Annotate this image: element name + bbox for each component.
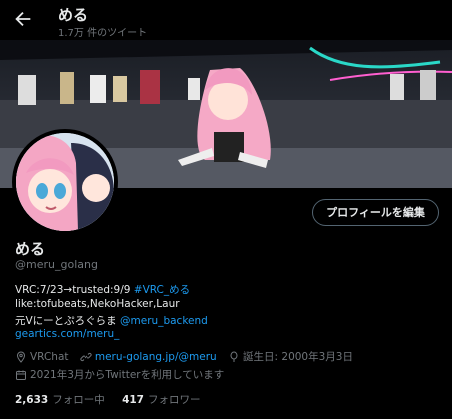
following-link[interactable]: 2,633 フォロー中: [15, 394, 105, 406]
join-date: 2021年3月からTwitterを利用しています: [15, 367, 232, 384]
birthday: 誕生日: 2000年3月3日: [228, 349, 353, 364]
display-name: める: [15, 240, 46, 258]
bio-line-3: 元Vにーとぷろぐらま @meru_backend: [15, 313, 208, 328]
top-bar: める 1.7万 件のツイート: [0, 0, 452, 40]
header-title: める: [58, 6, 89, 24]
balloon-icon: [230, 351, 238, 362]
bio-line-1: VRC:7/23→trusted:9/9 #VRC_める: [15, 282, 190, 297]
bio-text: VRC:7/23→trusted:9/9: [15, 284, 134, 296]
link-icon: [80, 352, 92, 361]
avatar[interactable]: [12, 129, 118, 235]
bio-line-2: like:tofubeats,NekoHacker,Laur: [15, 298, 180, 310]
user-handle: @meru_golang: [15, 258, 98, 271]
mention-link[interactable]: @meru_backend: [120, 315, 208, 327]
bio-text: 元Vにーとぷろぐらま: [15, 315, 121, 327]
back-arrow-icon[interactable]: [12, 8, 34, 30]
hashtag-link[interactable]: #VRC_める: [134, 284, 190, 296]
website[interactable]: meru-golang.jp/@meru: [80, 351, 217, 363]
follow-stats: 2,633 フォロー中 417 フォロワー: [15, 392, 214, 407]
location-pin-icon: [16, 350, 26, 363]
location: VRChat: [15, 351, 69, 363]
profile-meta: VRChat meru-golang.jp/@meru 誕生日: 2000年3月…: [15, 349, 361, 366]
bio-url-link[interactable]: geartics.com/meru_: [15, 328, 119, 340]
edit-profile-button[interactable]: プロフィールを編集: [312, 199, 439, 226]
calendar-icon: [16, 370, 26, 380]
followers-link[interactable]: 417 フォロワー: [122, 394, 200, 406]
tweet-count: 1.7万 件のツイート: [58, 28, 148, 39]
